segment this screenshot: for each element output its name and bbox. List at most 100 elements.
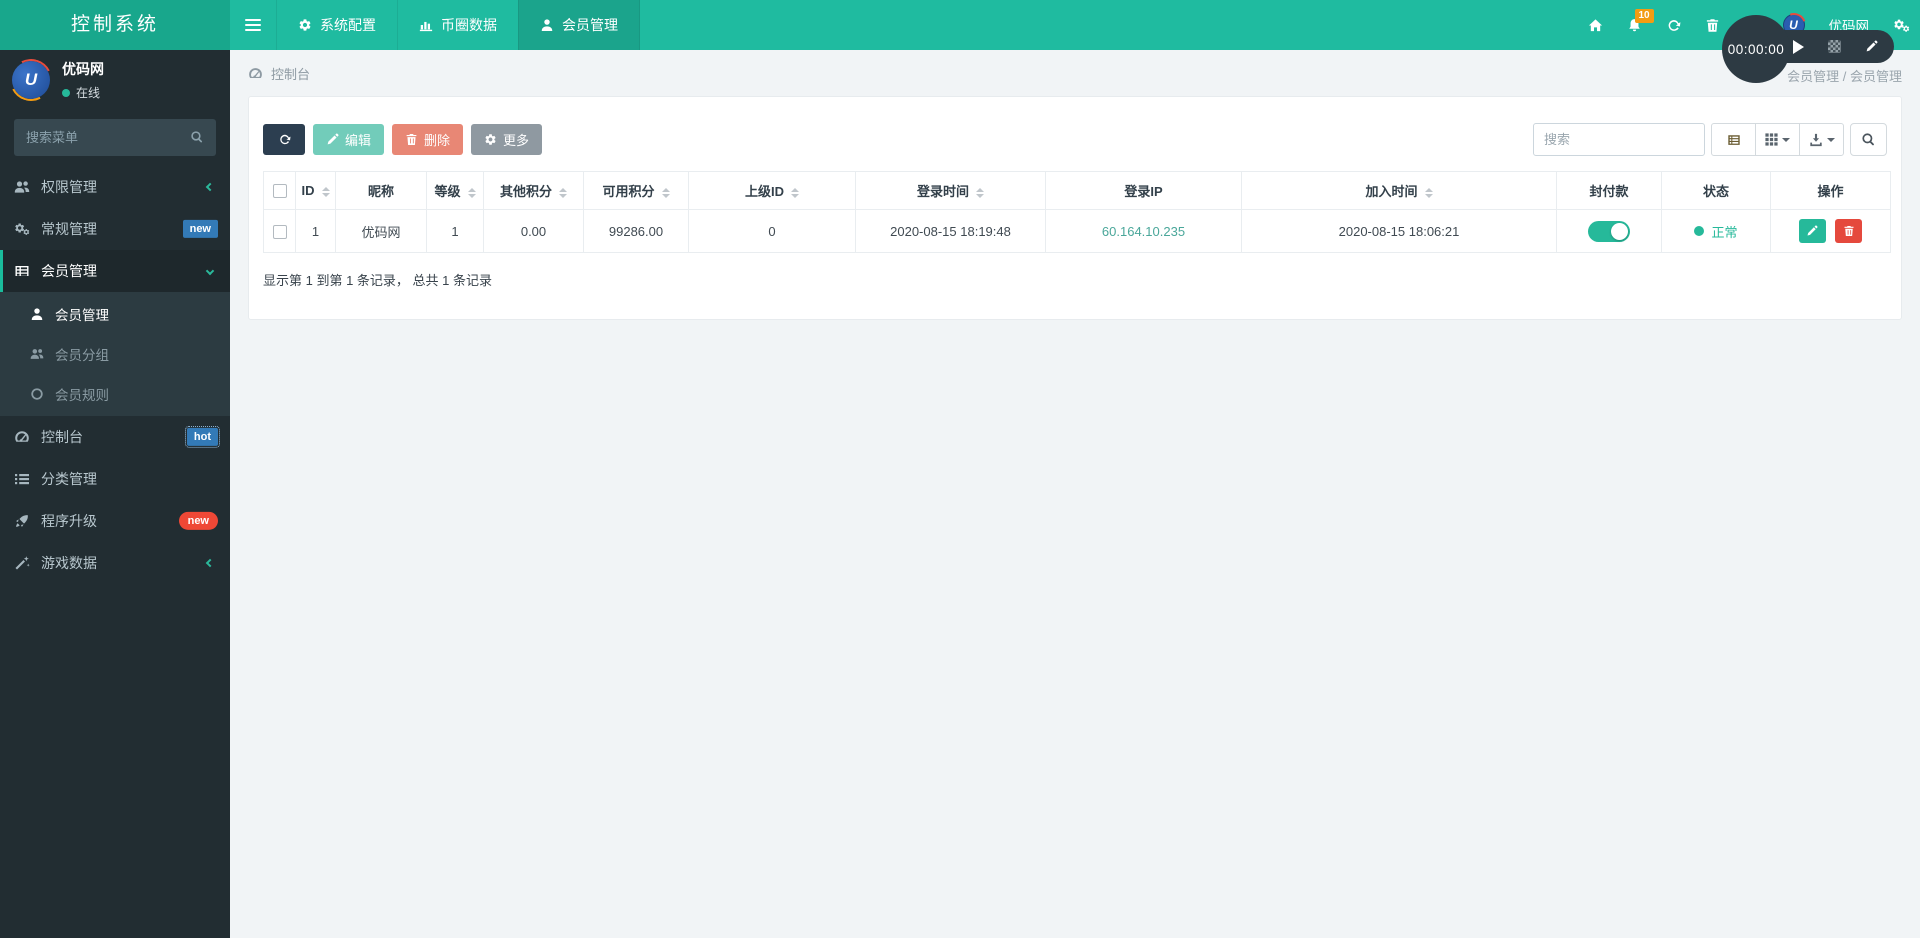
tab-label: 系统配置: [320, 17, 376, 33]
payment-lock-toggle[interactable]: [1588, 220, 1630, 242]
table-search-input[interactable]: [1533, 123, 1705, 156]
sidebar-subitem-member-rule[interactable]: 会员规则: [0, 374, 230, 414]
sidebar-item-general[interactable]: 常规管理 new: [0, 208, 230, 250]
hamburger-icon: [245, 19, 261, 21]
col-actions[interactable]: 操作: [1770, 171, 1891, 210]
menu-search: [14, 119, 216, 156]
rocket-icon: [14, 513, 30, 529]
gear-icon: [298, 18, 312, 32]
search-icon[interactable]: [190, 130, 204, 144]
new-badge: new: [182, 219, 218, 239]
sort-icon: [1424, 187, 1433, 198]
col-nickname[interactable]: 昵称: [335, 171, 427, 210]
settings-button[interactable]: [1893, 17, 1910, 34]
sidebar-item-category[interactable]: 分类管理: [0, 458, 230, 500]
user-icon: [540, 18, 554, 32]
sidebar-subitem-member-group[interactable]: 会员分组: [0, 334, 230, 374]
sidebar-item-upgrade[interactable]: 程序升级 new: [0, 500, 230, 542]
select-all-checkbox[interactable]: [272, 184, 287, 199]
status-dot: [1694, 226, 1705, 236]
status-badge: 正常: [1694, 222, 1738, 241]
tab-coin-data[interactable]: 币圈数据: [397, 0, 518, 50]
col-status[interactable]: 状态: [1661, 171, 1771, 210]
cogs-icon: [14, 221, 30, 237]
col-available-points[interactable]: 可用积分: [583, 171, 689, 210]
export-button[interactable]: [1799, 123, 1844, 156]
nav-tabs: 系统配置 币圈数据 会员管理: [230, 0, 640, 50]
user-icon: [30, 307, 44, 321]
select-all-header[interactable]: [263, 171, 296, 210]
caret-down-icon: [1826, 137, 1835, 142]
circle-icon: [30, 387, 44, 401]
home-button[interactable]: [1588, 18, 1603, 33]
stop-button[interactable]: [1828, 40, 1841, 53]
online-dot: [62, 88, 70, 97]
avatar-letter: U: [24, 70, 38, 89]
sidebar-item-dashboard[interactable]: 控制台 hot: [0, 416, 230, 458]
bar-chart-icon: [419, 18, 433, 32]
sidebar-item-label: 游戏数据: [41, 555, 97, 571]
col-payment-lock[interactable]: 封付款: [1556, 171, 1662, 210]
col-login-ip[interactable]: 登录IP: [1045, 171, 1242, 210]
sort-icon: [976, 187, 984, 198]
users-icon: [30, 347, 44, 361]
sidebar-item-label: 会员分组: [55, 348, 109, 363]
more-button[interactable]: 更多: [471, 124, 543, 155]
table-row[interactable]: 1 优码网 1 0.00 99286.00 0 2020-08-15 18:19…: [263, 209, 1891, 253]
members-table: ID 昵称 等级 其他积分 可用积分 上级ID 登录时间 登录IP 加入时间 封…: [263, 171, 1891, 253]
search-submit-button[interactable]: [1850, 123, 1887, 156]
sidebar-toggle-button[interactable]: [230, 0, 276, 50]
timer-value: 00:00:00: [1727, 41, 1785, 57]
row-checkbox[interactable]: [272, 224, 287, 239]
login-ip-link[interactable]: 60.164.10.235: [1102, 224, 1185, 239]
main-content: 控制台 会员管理 / 会员管理 编辑 删除 更多 搜索 ID 昵称 等级 其他积…: [230, 50, 1920, 938]
sidebar-user-name: 优码网: [62, 61, 104, 77]
common-search-button[interactable]: [1711, 123, 1756, 156]
sidebar-item-member[interactable]: 会员管理: [0, 250, 230, 292]
notifications-button[interactable]: 10: [1627, 8, 1654, 33]
columns-button[interactable]: [1755, 123, 1800, 156]
play-button[interactable]: [1793, 39, 1804, 54]
breadcrumb-right: 会员管理 / 会员管理: [1787, 69, 1902, 84]
refresh-button[interactable]: [1666, 18, 1681, 33]
row-delete-button[interactable]: [1835, 219, 1863, 243]
tab-label: 币圈数据: [441, 17, 497, 33]
table-tools: [1533, 123, 1887, 156]
menu-search-input[interactable]: [14, 119, 216, 156]
refresh-button[interactable]: [263, 124, 305, 155]
sidebar-subitem-member-manage[interactable]: 会员管理: [0, 294, 230, 334]
notification-badge: 10: [1634, 8, 1654, 23]
cogs-icon: [1893, 17, 1910, 34]
tab-member-management[interactable]: 会员管理: [518, 0, 640, 50]
grid-icon: [1765, 133, 1778, 146]
recorder-timer[interactable]: 00:00:00: [1722, 15, 1790, 83]
edit-button[interactable]: 编辑: [313, 124, 385, 155]
sidebar-item-game-data[interactable]: 游戏数据: [0, 542, 230, 584]
chevron-down-icon: [205, 266, 215, 276]
col-other-points[interactable]: 其他积分: [483, 171, 584, 210]
new-badge: new: [178, 511, 218, 531]
view-button-group: [1711, 123, 1844, 156]
row-edit-button[interactable]: [1798, 219, 1826, 243]
export-icon: [1809, 133, 1823, 147]
trash-icon: [1705, 18, 1720, 33]
sidebar-item-permission[interactable]: 权限管理: [0, 166, 230, 208]
col-login-time[interactable]: 登录时间: [855, 171, 1046, 210]
col-level[interactable]: 等级: [426, 171, 484, 210]
list-alt-icon: [1727, 133, 1741, 147]
hot-badge: hot: [184, 425, 221, 449]
col-join-time[interactable]: 加入时间: [1241, 171, 1557, 210]
sidebar-item-label: 程序升级: [41, 513, 97, 529]
sort-icon: [467, 187, 476, 198]
col-parent-id[interactable]: 上级ID: [688, 171, 856, 210]
top-navbar: 控制系统 系统配置 币圈数据 会员管理 10 U 优码网: [0, 0, 1920, 50]
breadcrumb: 控制台: [230, 50, 1920, 96]
table-header-row: ID 昵称 等级 其他积分 可用积分 上级ID 登录时间 登录IP 加入时间 封…: [263, 171, 1891, 210]
col-id[interactable]: ID: [295, 171, 336, 210]
tab-system-config[interactable]: 系统配置: [276, 0, 397, 50]
pencil-button[interactable]: [1865, 40, 1878, 53]
cell-parent-id: 0: [688, 209, 856, 253]
clear-cache-button[interactable]: [1705, 18, 1720, 33]
delete-button[interactable]: 删除: [392, 124, 464, 155]
sidebar-item-label: 会员规则: [55, 388, 109, 403]
